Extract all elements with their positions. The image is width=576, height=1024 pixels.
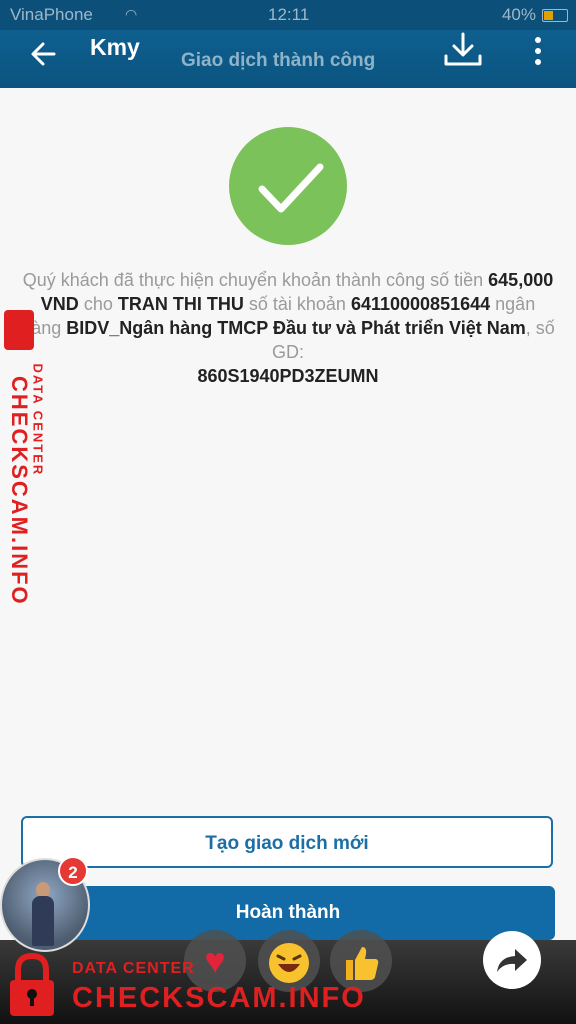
back-arrow-icon[interactable] [28,38,60,70]
watermark-big-bottom: CHECKSCAM.INFO [72,982,366,1014]
more-vertical-icon[interactable] [530,34,546,68]
lock-icon [10,952,54,1016]
message-cho: cho [83,294,113,314]
heart-icon: ♥ [204,940,226,981]
watermark-small-bottom: DATA CENTER [72,960,195,977]
transaction-id: 860S1940PD3ZEUMN [197,366,379,386]
recipient-name: TRAN THI THU [117,294,244,314]
share-icon [497,949,527,972]
wifi-icon: ◠ [125,6,138,22]
new-transaction-button[interactable]: Tạo giao dịch mới [21,816,553,868]
watermark-big-side: CHECKSCAM.INFO [7,376,32,606]
app-bar: Kmy Giao dịch thành công [0,30,576,88]
success-badge [229,127,347,245]
watermark-side: DATA CENTER CHECKSCAM.INFO [0,310,50,606]
status-bar: VinaPhone ◠ 12:11 40% [0,0,576,30]
lock-icon [4,310,34,350]
bank-name: BIDV_Ngân hàng TMCP Đầu tư và Phát triển… [66,318,526,338]
app-title: Kmy [90,34,140,60]
account-number: 64110000851644 [350,294,491,314]
checkmark-icon [258,163,324,213]
status-time: 12:11 [268,5,310,24]
transaction-message: Quý khách đã thực hiện chuyển khoản thàn… [20,268,556,388]
message-account-label: số tài khoản [248,294,346,314]
notification-badge: 2 [58,856,88,886]
battery-percent: 40% [501,5,536,24]
carrier-label: VinaPhone [10,5,93,24]
message-intro: Quý khách đã thực hiện chuyển khoản thàn… [22,270,484,290]
share-button[interactable] [483,931,541,989]
page-title: Giao dịch thành công [181,50,376,71]
battery-icon [542,9,568,22]
laugh-emoji-icon [266,940,312,984]
download-icon[interactable] [443,32,483,68]
thumbs-up-icon [340,940,382,981]
watermark-small-side: DATA CENTER [30,363,46,477]
